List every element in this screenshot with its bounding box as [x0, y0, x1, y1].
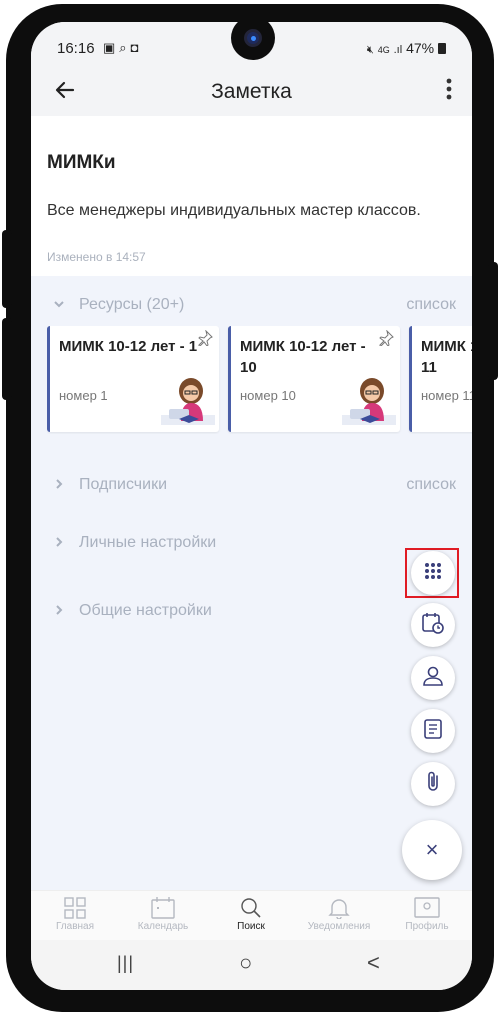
section-general-settings[interactable]: Общие настройки — [31, 598, 472, 628]
apps-grid-button[interactable] — [411, 551, 455, 595]
4g-icon: 4G — [377, 45, 390, 55]
volume-button — [2, 230, 12, 308]
battery-percent: 47% — [406, 40, 435, 56]
battery-icon — [438, 43, 446, 54]
nav-calendar[interactable]: Календарь — [119, 895, 207, 932]
image-icon: ▣ — [103, 40, 120, 55]
section-resources-label: Ресурсы (20+) — [79, 296, 185, 313]
nav-search-label: Поиск — [237, 921, 265, 932]
paperclip-icon — [421, 770, 445, 799]
resource-card[interactable]: МИМК 10-12 лет - 10 номер 10 — [228, 326, 400, 432]
resource-card[interactable]: МИМК 10-12 лет - 1 номер 1 — [47, 326, 219, 432]
side-button-right — [488, 262, 498, 380]
mute-icon: 🔇︎ — [366, 44, 374, 56]
nav-home[interactable]: Главная — [31, 895, 119, 932]
bottom-nav: Главная Календарь Поиск Уведомления Проф… — [31, 890, 472, 940]
nav-home-label: Главная — [55, 921, 95, 932]
front-camera — [231, 22, 275, 60]
note-modified: Изменено в 14:57 — [47, 250, 146, 264]
note-icon — [421, 717, 445, 746]
recents-button[interactable]: ||| — [117, 953, 134, 974]
system-nav-bar: ||| ○ < — [31, 940, 472, 990]
nav-profile-label: Профиль — [405, 921, 449, 932]
power-button — [2, 318, 12, 400]
bell-icon — [295, 895, 383, 921]
section-subscribers[interactable]: Подписчики список — [31, 472, 472, 502]
chevron-right-icon — [53, 536, 65, 551]
status-bar: 16:16 ▣⌕◘ 🔇︎ 4G .ıl 47% — [31, 22, 472, 72]
section-resources-type[interactable]: список — [406, 296, 456, 314]
resource-card[interactable]: МИМК 10-12 лет - 11 номер 11 — [409, 326, 472, 432]
search-icon — [207, 895, 295, 921]
screen: 16:16 ▣⌕◘ 🔇︎ 4G .ıl 47% Заметка МИМКи Вс… — [31, 22, 472, 990]
chevron-down-icon — [53, 298, 65, 313]
person-icon — [421, 664, 445, 693]
status-time: 16:16 — [57, 40, 95, 57]
person-button[interactable] — [411, 656, 455, 700]
content: МИМКи Все менеджеры индивидуальных масте… — [31, 116, 472, 890]
card-title: МИМК 10-12 лет - 1 — [59, 338, 198, 355]
close-fab-button[interactable]: × — [402, 820, 462, 880]
chevron-right-icon — [53, 478, 65, 493]
nav-search[interactable]: Поиск — [207, 895, 295, 932]
status-left-icons: ▣⌕◘ — [103, 40, 142, 56]
pin-icon[interactable] — [197, 329, 213, 351]
home-button[interactable]: ○ — [239, 950, 252, 976]
note-button[interactable] — [411, 709, 455, 753]
camera-lens — [244, 29, 262, 47]
nav-notifications-label: Уведомления — [307, 921, 371, 932]
card-subtitle: номер 11 — [421, 388, 472, 403]
page-title: Заметка — [211, 80, 292, 103]
section-personal-label: Личные настройки — [79, 534, 217, 551]
nav-profile[interactable]: Профиль — [383, 895, 471, 932]
manager-avatar-illustration — [161, 375, 215, 430]
manager-avatar-illustration — [342, 375, 396, 430]
section-resources[interactable]: Ресурсы (20+) список — [31, 292, 472, 322]
cards-carousel[interactable]: МИМК 10-12 лет - 1 номер 1 МИМК 10-12 ле… — [47, 326, 472, 434]
close-icon: × — [425, 837, 439, 862]
attachment-button[interactable] — [411, 762, 455, 806]
section-general-label: Общие настройки — [79, 602, 212, 619]
calendar-clock-icon — [421, 611, 445, 640]
profile-card-icon — [383, 895, 471, 921]
grid-icon — [31, 895, 119, 921]
record-icon: ◘ — [130, 40, 143, 55]
nav-notifications[interactable]: Уведомления — [295, 895, 383, 932]
note-description: Все менеджеры индивидуальных мастер клас… — [47, 202, 421, 219]
more-vert-icon[interactable] — [446, 78, 452, 104]
card-title: МИМК 10-12 лет - 10 — [240, 338, 366, 376]
search-icon: ⌕ — [119, 40, 131, 55]
card-title: МИМК 10-12 лет - 11 — [421, 338, 472, 376]
back-button[interactable]: < — [367, 950, 380, 976]
note-title: МИМКи — [47, 152, 116, 173]
pin-icon[interactable] — [378, 329, 394, 351]
apps-grid-icon — [423, 561, 443, 586]
app-bar: Заметка — [31, 72, 472, 116]
status-right: 🔇︎ 4G .ıl 47% — [367, 40, 446, 57]
calendar-event-button[interactable] — [411, 603, 455, 647]
nav-calendar-label: Календарь — [137, 921, 189, 932]
signal-icon: .ıl — [393, 44, 403, 56]
chevron-right-icon — [53, 604, 65, 619]
card-subtitle: номер 1 — [59, 388, 108, 403]
section-subscribers-label: Подписчики — [79, 476, 168, 493]
section-subscribers-type[interactable]: список — [406, 476, 456, 494]
calendar-icon — [119, 895, 207, 921]
card-subtitle: номер 10 — [240, 388, 296, 403]
